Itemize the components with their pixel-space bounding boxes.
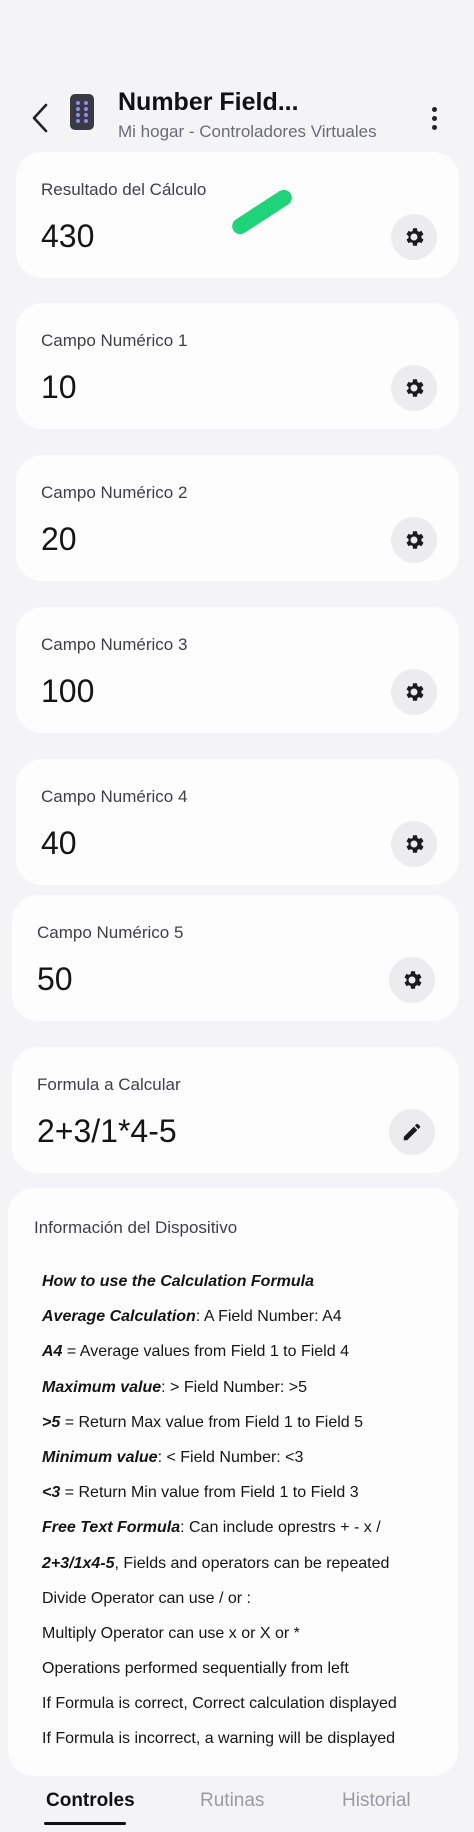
app-header: Number Field... Mi hogar - Controladores…: [0, 62, 474, 162]
info-line: Divide Operator can use / or :: [42, 1581, 452, 1616]
result-card[interactable]: Resultado del Cálculo 430: [16, 152, 459, 278]
more-options-button[interactable]: [420, 98, 448, 138]
field-5-settings-button[interactable]: [389, 957, 435, 1003]
chevron-left-icon: [32, 103, 48, 133]
gear-icon: [406, 835, 424, 853]
info-line: How to use the Calculation Formula: [42, 1264, 452, 1299]
page-title: Number Field...: [118, 88, 299, 116]
result-settings-button[interactable]: [391, 214, 437, 260]
info-line-text: Multiply Operator can use x or X or *: [42, 1624, 300, 1642]
info-line-text: If Formula is correct, Correct calculati…: [42, 1695, 397, 1713]
info-line-bold: A4: [42, 1343, 63, 1361]
info-line: Free Text Formula: Can include oprestrs …: [42, 1510, 452, 1545]
remote-device-icon: [70, 94, 94, 130]
info-title: Información del Dispositivo: [34, 1218, 238, 1237]
gear-icon: [406, 228, 424, 246]
field-3-settings-button[interactable]: [391, 669, 437, 715]
card-value: 50: [37, 961, 73, 997]
info-lines: How to use the Calculation Formula Averag…: [42, 1264, 452, 1757]
pencil-icon: [403, 1123, 421, 1141]
formula-value: 2+3/1*4-5: [37, 1113, 177, 1149]
info-line-bold: >5: [42, 1413, 61, 1431]
card-label: Campo Numérico 3: [41, 635, 188, 654]
info-line: Minimum value: < Field Number: <3: [42, 1440, 452, 1475]
card-value: 100: [41, 673, 95, 709]
info-line: <3 = Return Min value from Field 1 to Fi…: [42, 1475, 452, 1510]
info-line-bold: Minimum value: [42, 1448, 158, 1466]
info-line-text: , Fields and operators can be repeated: [114, 1554, 390, 1572]
bottom-tab-bar: Controles Rutinas Historial: [0, 1776, 474, 1832]
field-2-settings-button[interactable]: [391, 517, 437, 563]
info-line-bold: 2+3/1x4-5: [42, 1554, 115, 1572]
card-label: Campo Numérico 1: [41, 331, 188, 350]
info-line: Multiply Operator can use x or X or *: [42, 1616, 452, 1651]
info-line-text: = Return Min value from Field 1 to Field…: [60, 1484, 359, 1502]
info-line-text: : > Field Number: >5: [161, 1378, 307, 1396]
more-vertical-icon: [431, 106, 437, 112]
field-1-settings-button[interactable]: [391, 365, 437, 411]
info-line-bold: <3: [42, 1484, 61, 1502]
info-line-bold: Free Text Formula: [42, 1519, 181, 1537]
info-line-text: : < Field Number: <3: [157, 1448, 304, 1466]
card-label: Campo Numérico 2: [41, 483, 188, 502]
back-button[interactable]: [26, 98, 54, 138]
field-2-card[interactable]: Campo Numérico 2 20: [16, 455, 459, 581]
gear-icon: [404, 971, 422, 989]
card-value: 430: [41, 218, 95, 254]
info-line: Average Calculation: A Field Number: A4: [42, 1299, 452, 1334]
info-line: If Formula is incorrect, a warning will …: [42, 1721, 452, 1756]
info-line: 2+3/1x4-5, Fields and operators can be r…: [42, 1546, 452, 1581]
info-line-bold: Average Calculation: [42, 1308, 196, 1326]
formula-card[interactable]: Formula a Calcular 2+3/1*4-5: [12, 1047, 459, 1173]
card-value: 10: [41, 369, 77, 405]
info-line: >5 = Return Max value from Field 1 to Fi…: [42, 1405, 452, 1440]
card-label: Campo Numérico 5: [37, 923, 184, 942]
tab-historial[interactable]: Historial: [342, 1790, 411, 1812]
info-line-text: : Can include oprestrs + - x /: [180, 1519, 381, 1537]
info-line-text: Operations performed sequentially from l…: [42, 1660, 349, 1678]
info-line: Maximum value: > Field Number: >5: [42, 1370, 452, 1405]
info-line: Operations performed sequentially from l…: [42, 1651, 452, 1686]
edit-formula-button[interactable]: [389, 1109, 435, 1155]
card-label: Campo Numérico 4: [41, 787, 188, 806]
field-4-settings-button[interactable]: [391, 821, 437, 867]
info-line: If Formula is correct, Correct calculati…: [42, 1686, 452, 1721]
card-value: 40: [41, 825, 77, 861]
card-value: 20: [41, 521, 77, 557]
field-4-card[interactable]: Campo Numérico 4 40: [16, 759, 459, 885]
page-subtitle: Mi hogar - Controladores Virtuales: [118, 122, 377, 141]
info-line-text: If Formula is incorrect, a warning will …: [42, 1730, 396, 1748]
field-1-card[interactable]: Campo Numérico 1 10: [16, 303, 459, 429]
card-label: Formula a Calcular: [37, 1075, 181, 1094]
tab-controles[interactable]: Controles: [46, 1790, 135, 1812]
gear-icon: [406, 379, 424, 397]
info-line: A4 = Average values from Field 1 to Fiel…: [42, 1334, 452, 1369]
card-label: Resultado del Cálculo: [41, 180, 207, 199]
tab-rutinas[interactable]: Rutinas: [200, 1790, 264, 1812]
gear-icon: [406, 531, 424, 549]
field-5-card[interactable]: Campo Numérico 5 50: [12, 895, 459, 1021]
info-line-text: : A Field Number: A4: [195, 1308, 342, 1326]
device-info-panel: Información del Dispositivo How to use t…: [8, 1188, 458, 1776]
active-tab-indicator: [44, 1822, 126, 1825]
gear-icon: [406, 683, 424, 701]
info-line-text: = Average values from Field 1 to Field 4: [62, 1343, 349, 1361]
info-line-text: Divide Operator can use / or :: [42, 1589, 251, 1607]
info-line-bold: How to use the Calculation Formula: [42, 1273, 315, 1290]
field-3-card[interactable]: Campo Numérico 3 100: [16, 607, 459, 733]
info-line-text: = Return Max value from Field 1 to Field…: [60, 1413, 364, 1431]
info-line-bold: Maximum value: [42, 1378, 162, 1396]
